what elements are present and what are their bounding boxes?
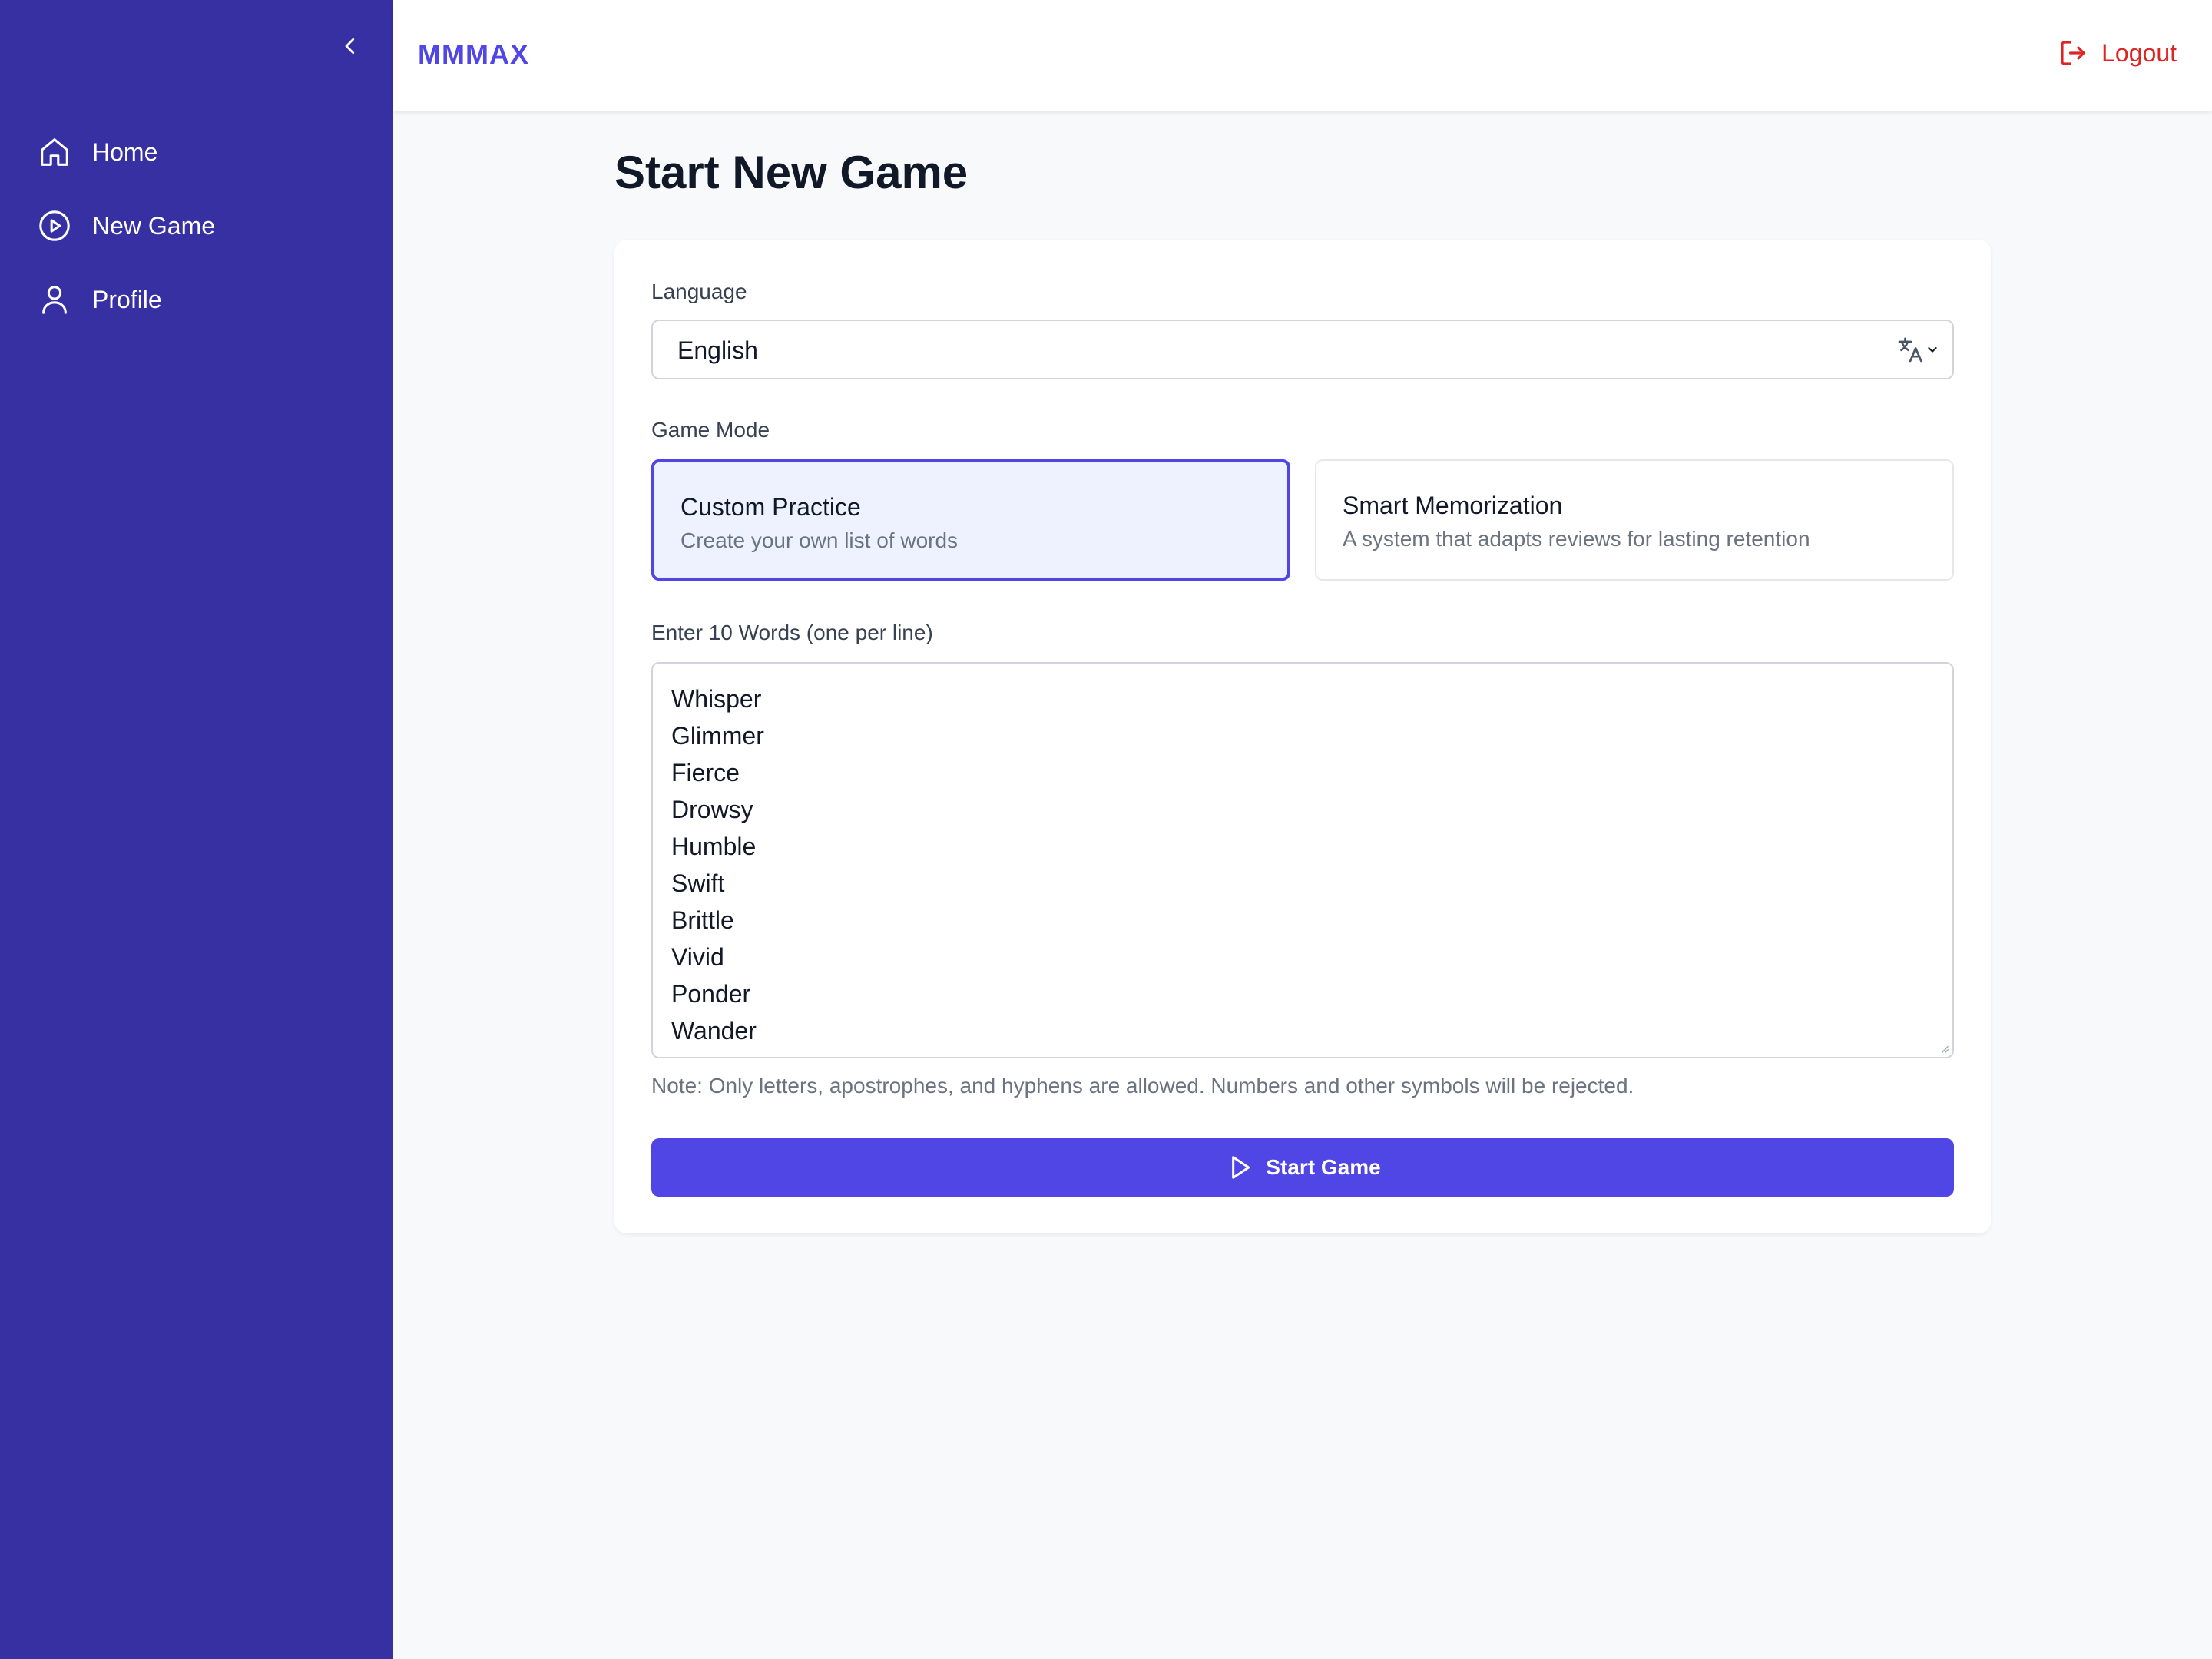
sidebar-collapse-button[interactable]: [332, 28, 369, 65]
mode-option-description: Create your own list of words: [680, 528, 959, 552]
home-icon: [41, 138, 68, 166]
top-bar: MMMAX Logout: [393, 0, 2212, 111]
word-line: Drowsy: [671, 796, 753, 823]
game-mode-label: Game Mode: [651, 418, 770, 442]
sidebar-nav: Home New Game Profile: [0, 115, 393, 336]
language-select[interactable]: English: [651, 320, 1954, 379]
logout-button[interactable]: Logout: [2057, 37, 2177, 69]
words-label: Enter 10 Words (one per line): [651, 621, 933, 644]
word-line: Swift: [671, 869, 725, 897]
logout-icon: [2061, 41, 2085, 65]
play-circle-icon: [39, 210, 70, 241]
brand-logo[interactable]: MMMAX: [418, 38, 529, 71]
sidebar-item-new-game[interactable]: New Game: [0, 189, 393, 263]
page-title: Start New Game: [614, 147, 969, 198]
resize-handle-icon[interactable]: [1939, 1043, 1949, 1054]
logout-label: Logout: [2101, 38, 2177, 67]
chevron-down-icon: [1928, 347, 1937, 353]
sidebar-item-label: Home: [92, 137, 158, 166]
word-line: Glimmer: [671, 722, 764, 750]
select-icons: [1896, 333, 1939, 366]
chevron-left-icon: [345, 38, 355, 55]
sidebar: Home New Game Profile: [0, 0, 393, 1659]
word-line: Brittle: [671, 906, 734, 934]
mode-option-custom-practice[interactable]: Custom Practice Create your own list of …: [651, 459, 1290, 581]
start-game-label: Start Game: [1266, 1155, 1381, 1179]
sidebar-item-profile[interactable]: Profile: [0, 263, 393, 336]
mode-option-title: Smart Memorization: [1343, 492, 1563, 519]
user-icon: [42, 286, 67, 314]
sidebar-item-home[interactable]: Home: [0, 115, 393, 189]
sidebar-item-label: Profile: [92, 285, 162, 313]
new-game-form: Language English Game Mode Custom Practi…: [614, 240, 1991, 1233]
word-line: Vivid: [671, 943, 724, 971]
mode-option-smart-memorization[interactable]: Smart Memorization A system that adapts …: [1315, 459, 1954, 581]
word-line: Ponder: [671, 980, 751, 1008]
mode-option-description: A system that adapts reviews for lasting…: [1343, 527, 1810, 551]
word-line: Fierce: [671, 759, 740, 786]
mode-option-title: Custom Practice: [680, 493, 861, 521]
language-select-value: English: [677, 336, 758, 364]
translate-icon: [1898, 337, 1922, 363]
start-game-button[interactable]: Start Game: [651, 1138, 1954, 1197]
validation-note: Note: Only letters, apostrophes, and hyp…: [651, 1074, 1634, 1098]
play-icon: [1232, 1156, 1250, 1179]
word-line: Whisper: [671, 685, 762, 713]
words-textarea[interactable]: Whisper Glimmer Fierce Drowsy Humble Swi…: [651, 662, 1954, 1058]
language-label: Language: [651, 280, 747, 303]
word-line: Humble: [671, 833, 757, 860]
sidebar-item-label: New Game: [92, 211, 216, 240]
word-line: Wander: [671, 1017, 757, 1045]
